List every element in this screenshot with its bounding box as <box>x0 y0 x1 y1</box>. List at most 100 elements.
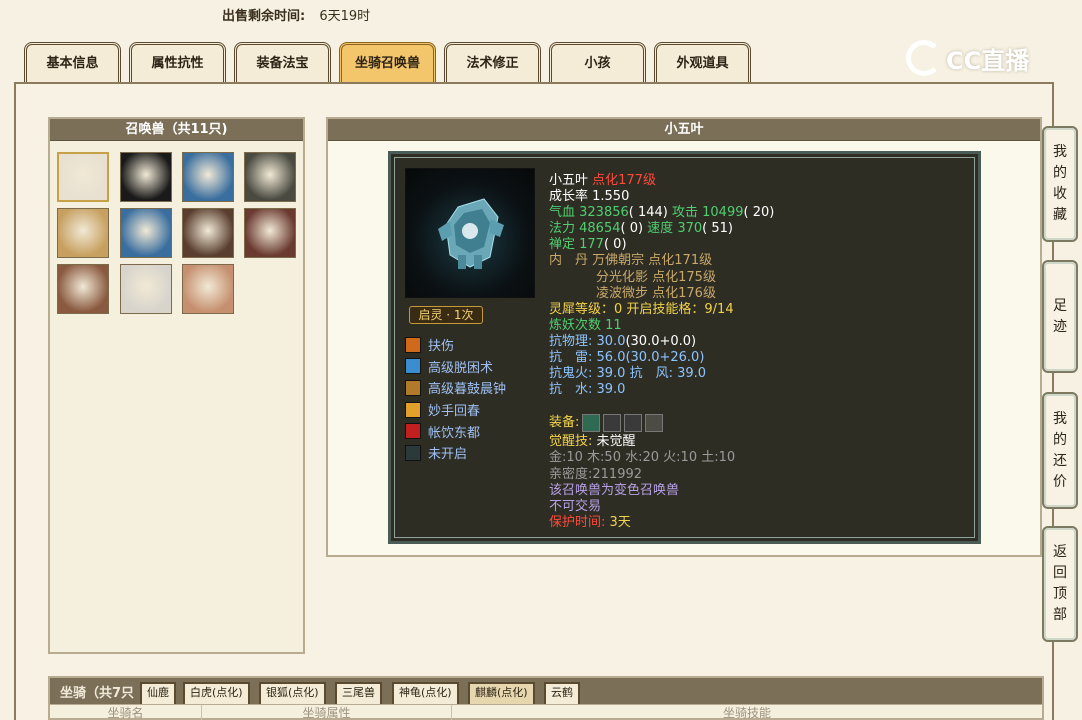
skill-name: 未开启 <box>428 447 468 463</box>
skill-item[interactable]: 扶伤 <box>405 334 506 356</box>
pet-thumbnail[interactable] <box>57 208 109 258</box>
element-stats: 金:10 木:50 水:20 火:10 土:10 <box>549 450 736 466</box>
pet-thumbnail[interactable] <box>120 152 172 202</box>
back-to-top-button[interactable]: 返回顶部 <box>1042 526 1078 642</box>
resist-thunder-value: 56.0 <box>596 350 626 366</box>
pet-thumbnail[interactable] <box>120 264 172 314</box>
pet-portrait <box>405 168 535 298</box>
hp-value: 323856 <box>579 205 629 221</box>
pet-thumbnail[interactable] <box>182 208 234 258</box>
claw-equip-icon[interactable] <box>603 414 622 433</box>
pet-thumbnail[interactable] <box>57 152 109 202</box>
mount-tab[interactable]: 白虎(点化) <box>183 682 250 704</box>
pet-info-card: 启灵 · 1次 扶伤 高级脱困术 高级暮鼓晨钟 妙手回春 帐饮东都 未开启 小五… <box>388 151 981 544</box>
pet-thumbnail[interactable] <box>120 208 172 258</box>
mount-tab[interactable]: 云鹤 <box>544 682 580 704</box>
mp-label: 法力 <box>549 221 580 237</box>
locked-skill-icon <box>405 444 421 461</box>
skill-item[interactable]: 未开启 <box>405 442 506 464</box>
my-bargain-button[interactable]: 我的还价 <box>1042 392 1078 509</box>
tab-spell-correction[interactable]: 法术修正 <box>444 42 541 82</box>
pet-thumbnail[interactable] <box>57 264 109 314</box>
chanding-label: 禅定 <box>549 237 580 253</box>
mugu-skill-icon <box>405 379 421 396</box>
mount-tab[interactable]: 麒麟(点化) <box>468 682 535 704</box>
hp-bonus: ( 144) <box>628 205 668 221</box>
ring-equip-icon[interactable] <box>582 414 601 433</box>
lianyao-count: 炼妖次数 11 <box>549 317 622 333</box>
resist-physical-detail: (30.0+0.0) <box>625 333 697 349</box>
ice-golem-figure <box>438 198 504 269</box>
resist-physical-label: 抗物理: <box>549 333 597 349</box>
cc-logo-icon <box>906 40 942 76</box>
column-mount-skill: 坐骑技能 <box>722 706 771 720</box>
mp-value: 48654 <box>579 221 621 237</box>
summon-panel-title: 召唤兽（共11只) <box>50 119 303 141</box>
cc-live-logo: CC直播 <box>906 38 1029 78</box>
detail-panel-title: 小五叶 <box>328 119 1040 141</box>
tab-equipment[interactable]: 装备法宝 <box>234 42 331 82</box>
resist-water: 抗 水: 39.0 <box>549 382 626 398</box>
pet-dianhua-level: 点化177级 <box>592 173 656 188</box>
tab-attribute-resist[interactable]: 属性抗性 <box>129 42 226 82</box>
mount-header: 坐骑（共7只 仙鹿 白虎(点化) 银狐(点化) 三尾兽 神龟(点化) 麒麟(点化… <box>50 678 1042 704</box>
skill-item[interactable]: 妙手回春 <box>405 399 506 421</box>
pet-name: 小五叶 <box>549 173 589 188</box>
intimacy: 亲密度:211992 <box>549 466 643 482</box>
huichun-skill-icon <box>405 401 421 418</box>
pet-thumbnail[interactable] <box>244 208 296 258</box>
speed-value: 370 <box>677 221 703 237</box>
resist-thunder-label: 抗 雷: <box>549 350 597 366</box>
lingxi-level: 灵犀等级：0 开启技能格：9/14 <box>549 301 734 317</box>
skill-name: 高级暮鼓晨钟 <box>428 382 507 398</box>
attack-value: 10499 <box>702 205 744 221</box>
sale-time-value: 6天19时 <box>319 9 371 24</box>
skill-item[interactable]: 高级暮鼓晨钟 <box>405 377 506 399</box>
neidan-item: 万佛朝宗 点化171级 <box>592 253 713 269</box>
mp-bonus: ( 0) <box>620 221 644 237</box>
pet-thumbnail[interactable] <box>182 264 234 314</box>
tab-appearance[interactable]: 外观道具 <box>654 42 751 82</box>
speed-bonus: ( 51) <box>702 221 733 237</box>
sale-remaining-time: 出售剩余时间: 6天19时 <box>222 5 370 24</box>
neidan-item: 凌波微步 点化176级 <box>596 285 716 301</box>
tab-child[interactable]: 小孩 <box>549 42 646 82</box>
equipment-row: 装备: <box>549 412 969 434</box>
skill-list: 扶伤 高级脱困术 高级暮鼓晨钟 妙手回春 帐饮东都 未开启 <box>405 334 506 464</box>
tuokun-skill-icon <box>405 358 421 375</box>
neidan-label: 内 丹 <box>549 253 593 269</box>
skill-name: 扶伤 <box>428 339 455 355</box>
fushang-skill-icon <box>405 336 421 353</box>
attack-label: 攻击 <box>667 205 703 221</box>
column-mount-name: 坐骑名 <box>50 705 202 720</box>
resist-ghost-wind: 抗鬼火: 39.0 抗 风: 39.0 <box>549 366 707 382</box>
variant-note: 该召唤兽为变色召唤兽 <box>549 482 680 498</box>
chanding-bonus: ( 0) <box>603 237 627 253</box>
column-mount-attr: 坐骑属性 <box>202 705 452 720</box>
chanding-value: 177 <box>579 237 604 253</box>
skill-item[interactable]: 高级脱困术 <box>405 356 506 378</box>
mount-tab[interactable]: 银狐(点化) <box>259 682 326 704</box>
speed-label: 速度 <box>643 221 678 237</box>
mount-tab[interactable]: 仙鹿 <box>140 682 176 704</box>
my-favorites-button[interactable]: 我的收藏 <box>1042 126 1078 242</box>
pet-thumbnail[interactable] <box>182 152 234 202</box>
resist-physical-value: 30.0 <box>596 333 626 349</box>
qiling-badge: 启灵 · 1次 <box>409 306 483 324</box>
mount-tab[interactable]: 神龟(点化) <box>392 682 459 704</box>
tab-mount-summon[interactable]: 坐骑召唤兽 <box>339 42 436 82</box>
growth-rate: 成长率 1.550 <box>549 189 630 205</box>
tab-basic-info[interactable]: 基本信息 <box>24 42 121 82</box>
equipment-label: 装备: <box>549 415 580 431</box>
pet-stats: 小五叶 点化177级 成长率 1.550 气血 323856( 144) 攻击 … <box>549 173 969 531</box>
hp-label: 气血 <box>549 205 580 221</box>
mount-tab[interactable]: 三尾兽 <box>335 682 382 704</box>
skill-item[interactable]: 帐饮东都 <box>405 420 506 442</box>
skill-name: 帐饮东都 <box>428 425 481 441</box>
empty-equip-icon[interactable] <box>645 414 664 433</box>
mount-title: 坐骑（共7只 <box>60 686 135 701</box>
pet-thumbnail[interactable] <box>244 152 296 202</box>
footprint-button[interactable]: 足迹 <box>1042 260 1078 373</box>
armor-equip-icon[interactable] <box>624 414 643 433</box>
awaken-label: 觉醒技: <box>549 434 597 450</box>
